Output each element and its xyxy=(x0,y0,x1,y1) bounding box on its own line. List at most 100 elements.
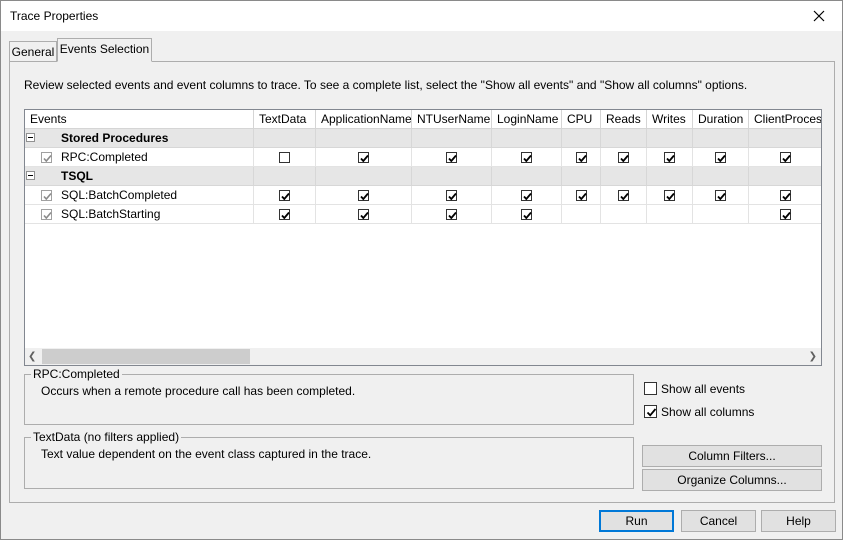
show-all-events-box[interactable] xyxy=(644,382,657,395)
column-checkbox[interactable] xyxy=(715,152,726,163)
group-cell xyxy=(693,167,749,186)
group-row: TSQL xyxy=(25,167,821,186)
column-header-reads[interactable]: Reads xyxy=(601,110,647,129)
column-filters-button[interactable]: Column Filters... xyxy=(642,445,822,467)
event-description-text: Occurs when a remote procedure call has … xyxy=(41,384,356,398)
column-cell xyxy=(647,205,693,224)
column-checkbox[interactable] xyxy=(358,152,369,163)
tab-general[interactable]: General xyxy=(9,41,57,62)
close-button[interactable] xyxy=(796,1,842,31)
event-description-title: RPC:Completed xyxy=(31,367,122,381)
column-checkbox[interactable] xyxy=(618,190,629,201)
show-all-events-label: Show all events xyxy=(661,382,746,396)
column-checkbox[interactable] xyxy=(446,152,457,163)
scroll-right-icon[interactable]: ❯ xyxy=(809,351,817,362)
event-checkbox[interactable] xyxy=(41,190,52,201)
group-cell xyxy=(316,129,412,148)
group-cell xyxy=(601,129,647,148)
event-row: RPC:Completed xyxy=(25,148,821,167)
scrollbar-thumb[interactable] xyxy=(42,349,250,364)
column-header-ntusername[interactable]: NTUserName xyxy=(412,110,492,129)
group-label: Stored Procedures xyxy=(61,131,169,145)
column-header-clientprocessi[interactable]: ClientProcessI xyxy=(749,110,821,129)
column-header-duration[interactable]: Duration xyxy=(693,110,749,129)
group-cell xyxy=(254,129,316,148)
group-cell xyxy=(492,129,562,148)
column-checkbox[interactable] xyxy=(446,209,457,220)
column-header-loginname[interactable]: LoginName xyxy=(492,110,562,129)
column-header-cpu[interactable]: CPU xyxy=(562,110,601,129)
column-checkbox[interactable] xyxy=(715,190,726,201)
collapse-group-icon[interactable] xyxy=(26,133,35,142)
horizontal-scrollbar[interactable]: ❮ ❯ xyxy=(25,348,821,365)
group-cell xyxy=(749,129,821,148)
column-header-writes[interactable]: Writes xyxy=(647,110,693,129)
column-checkbox[interactable] xyxy=(358,209,369,220)
column-checkbox[interactable] xyxy=(618,152,629,163)
group-cell xyxy=(749,167,821,186)
column-description-title: TextData (no filters applied) xyxy=(31,430,182,444)
column-checkbox[interactable] xyxy=(521,209,532,220)
column-checkbox[interactable] xyxy=(279,190,290,201)
run-button[interactable]: Run xyxy=(599,510,674,532)
event-label: SQL:BatchCompleted xyxy=(61,188,178,202)
group-cell xyxy=(647,129,693,148)
event-row: SQL:BatchCompleted xyxy=(25,186,821,205)
column-checkbox[interactable] xyxy=(664,190,675,201)
title-bar: Trace Properties xyxy=(1,1,842,31)
organize-columns-button[interactable]: Organize Columns... xyxy=(642,469,822,491)
event-checkbox[interactable] xyxy=(41,152,52,163)
window-title: Trace Properties xyxy=(10,9,99,23)
instructions-text: Review selected events and event columns… xyxy=(24,78,748,92)
column-header-textdata[interactable]: TextData xyxy=(254,110,316,129)
close-icon xyxy=(813,10,825,22)
show-all-columns-box[interactable] xyxy=(644,405,657,418)
cancel-button[interactable]: Cancel xyxy=(681,510,756,532)
events-selection-panel: Review selected events and event columns… xyxy=(9,61,835,503)
column-checkbox[interactable] xyxy=(780,190,791,201)
event-checkbox[interactable] xyxy=(41,209,52,220)
group-cell xyxy=(492,167,562,186)
column-header-events[interactable]: Events xyxy=(25,110,254,129)
column-checkbox[interactable] xyxy=(279,152,290,163)
column-cell xyxy=(693,205,749,224)
group-cell xyxy=(647,167,693,186)
event-label: SQL:BatchStarting xyxy=(61,207,161,221)
scroll-left-icon[interactable]: ❮ xyxy=(28,351,36,362)
column-checkbox[interactable] xyxy=(576,152,587,163)
column-header-applicationname[interactable]: ApplicationName xyxy=(316,110,412,129)
column-cell xyxy=(562,205,601,224)
event-row: SQL:BatchStarting xyxy=(25,205,821,224)
column-checkbox[interactable] xyxy=(521,152,532,163)
grid-header: Events TextData ApplicationName NTUserName L… xyxy=(25,110,821,129)
column-checkbox[interactable] xyxy=(358,190,369,201)
event-label: RPC:Completed xyxy=(61,150,148,164)
group-label: TSQL xyxy=(61,169,93,183)
collapse-group-icon[interactable] xyxy=(26,171,35,180)
events-grid: Events TextData ApplicationName NTUserName L… xyxy=(24,109,822,366)
help-button[interactable]: Help xyxy=(761,510,836,532)
column-checkbox[interactable] xyxy=(664,152,675,163)
group-cell xyxy=(25,167,254,186)
column-description-text: Text value dependent on the event class … xyxy=(41,447,372,461)
group-cell xyxy=(562,129,601,148)
column-checkbox[interactable] xyxy=(521,190,532,201)
group-cell xyxy=(693,129,749,148)
column-checkbox[interactable] xyxy=(279,209,290,220)
event-description-box: RPC:Completed Occurs when a remote proce… xyxy=(24,367,634,425)
group-cell xyxy=(412,129,492,148)
group-cell xyxy=(412,167,492,186)
column-checkbox[interactable] xyxy=(576,190,587,201)
show-all-columns-label: Show all columns xyxy=(661,405,755,419)
group-cell xyxy=(254,167,316,186)
column-checkbox[interactable] xyxy=(446,190,457,201)
group-row: Stored Procedures xyxy=(25,129,821,148)
column-checkbox[interactable] xyxy=(780,152,791,163)
column-description-box: TextData (no filters applied) Text value… xyxy=(24,430,634,489)
group-cell xyxy=(601,167,647,186)
group-cell xyxy=(316,167,412,186)
column-checkbox[interactable] xyxy=(780,209,791,220)
column-cell xyxy=(601,205,647,224)
group-cell xyxy=(562,167,601,186)
tab-events-selection[interactable]: Events Selection xyxy=(57,38,152,62)
